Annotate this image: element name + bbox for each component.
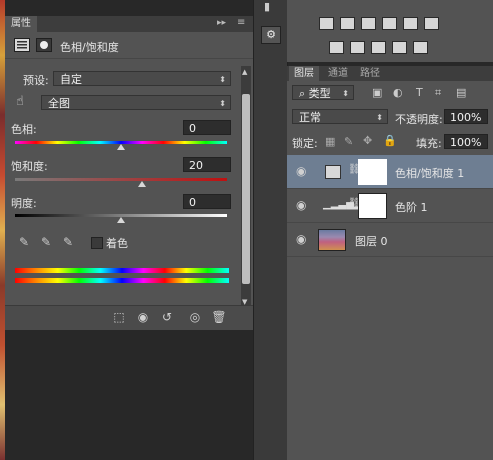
layer-row-layer-0[interactable]: ◉ 图层 0 [287,223,493,257]
search-icon: ⌕ [299,87,309,100]
updown-arrow-icon: ⬍ [376,113,383,122]
panel-dock-column: ▮ ⚙ [253,0,288,460]
blend-mode-value: 正常 [299,111,321,124]
tab-paths[interactable]: 路径 [355,66,385,81]
updown-arrow-icon: ⬍ [219,99,226,108]
clip-to-layer-icon[interactable]: ⬚ [111,310,127,324]
layers-panel: 图层 通道 路径 ⌕ 类型 ⬍ ▣ ◐ T ⌗ ▤ 正常 ⬍ 不透明度: 100… [287,66,493,460]
layer-row-hue-saturation[interactable]: ◉ ⛓ 色相/饱和度 1 [287,155,493,189]
preset-value: 自定 [60,73,82,86]
saturation-input[interactable]: 20 [183,157,231,172]
visibility-eye-icon[interactable]: ◎ [187,310,203,324]
saturation-label: 饱和度: [11,160,48,173]
hue-input[interactable]: 0 [183,120,231,135]
layer-name: 色阶 1 [395,201,428,214]
gradient-map-icon[interactable] [413,41,428,54]
adjustment-title: 色相/饱和度 [60,41,119,54]
eyedropper-minus-icon[interactable]: ✎ [63,235,73,249]
updown-arrow-icon: ⬍ [342,89,349,98]
filter-type-icon[interactable]: T [416,86,423,99]
opacity-input[interactable]: 100% [444,109,488,124]
filter-pixel-icon[interactable]: ▣ [372,86,382,99]
saturation-slider-thumb[interactable] [138,181,146,187]
visibility-eye-icon[interactable]: ◉ [296,165,310,177]
levels-icon[interactable] [340,17,355,30]
result-color-bar [15,278,229,283]
blend-mode-select[interactable]: 正常 ⬍ [292,109,388,124]
vibrance-icon[interactable] [403,17,418,30]
properties-footer: ⬚ ◉ ↺ ◎ 🗑 [5,305,253,330]
channel-select[interactable]: 全图 ⬍ [41,95,231,110]
lock-all-icon[interactable]: 🔒 [383,134,397,147]
layer-name: 图层 0 [355,235,388,248]
hue-slider-thumb[interactable] [117,144,125,150]
target-adjust-hand-icon[interactable]: ☝ [16,94,24,109]
eyedropper-plus-icon[interactable]: ✎ [41,235,51,249]
selective-color-icon[interactable] [392,41,407,54]
color-lookup-icon[interactable] [424,17,439,30]
filter-shape-icon[interactable]: ⌗ [435,86,441,100]
lightness-label: 明度: [11,197,37,210]
layer-mask-thumbnail[interactable] [358,193,387,219]
updown-arrow-icon: ⬍ [219,75,226,84]
scrollbar-thumb[interactable] [242,94,250,284]
properties-scrollbar[interactable]: ▲ ▼ [241,66,251,310]
colorize-label: 着色 [106,237,128,250]
posterize-icon[interactable] [350,41,365,54]
layer-image-thumbnail [318,229,346,251]
source-color-bar [15,268,229,273]
properties-header: 色相/饱和度 [5,32,253,59]
layer-mask-thumbnail[interactable] [358,159,387,185]
lock-transparent-icon[interactable]: ▦ [325,135,335,148]
lock-label: 锁定: [292,137,318,150]
trash-icon[interactable]: 🗑 [211,310,227,324]
view-previous-icon[interactable]: ◉ [135,310,151,324]
visibility-eye-icon[interactable]: ◉ [296,199,310,211]
hue-label: 色相: [11,123,37,136]
colorize-checkbox[interactable] [91,237,103,249]
panel-menu-icon[interactable]: ≡ [237,17,245,28]
fill-value: 100% [450,136,482,149]
layer-row-levels[interactable]: ◉ ▁▂▃▅▂ ⛓ 色阶 1 [287,189,493,223]
curves-icon[interactable] [361,17,376,30]
layer-filter-select[interactable]: ⌕ 类型 ⬍ [292,85,354,100]
layers-tab-bar: 图层 通道 路径 [287,66,493,81]
fill-label: 填充: [416,137,442,150]
saturation-slider-track[interactable] [15,178,227,181]
lock-position-icon[interactable]: ✥ [363,134,372,147]
properties-tab-bar: 属性 ▸▸ ≡ [5,16,253,32]
fill-input[interactable]: 100% [444,134,488,149]
preset-select[interactable]: 自定 ⬍ [53,71,231,86]
layer-name: 色相/饱和度 1 [395,167,465,180]
tab-layers[interactable]: 图层 [289,66,319,81]
filter-smart-object-icon[interactable]: ▤ [456,86,466,99]
adjustment-layer-icon[interactable] [14,38,30,52]
opacity-value: 100% [450,111,482,124]
adjustments-panel [287,0,493,62]
lightness-input[interactable]: 0 [183,194,231,209]
filter-adjustment-icon[interactable]: ◐ [393,86,403,99]
lightness-slider-thumb[interactable] [117,217,125,223]
properties-dock-icon[interactable]: ⚙ [261,26,281,44]
hue-saturation-adjustment-icon [325,165,341,179]
mask-icon[interactable] [36,38,52,52]
channel-value: 全图 [48,97,70,110]
lock-pixels-icon[interactable]: ✎ [344,135,353,148]
tab-channels[interactable]: 通道 [323,66,353,81]
invert-icon[interactable] [329,41,344,54]
exposure-icon[interactable] [382,17,397,30]
properties-panel: 属性 ▸▸ ≡ 色相/饱和度 预设: 自定 ⬍ ☝ 全图 ⬍ 色相: 0 饱和度… [5,16,254,330]
preset-label: 预设: [23,74,49,87]
reset-icon[interactable]: ↺ [159,310,175,324]
scroll-up-icon[interactable]: ▲ [242,68,247,76]
eyedropper-icon[interactable]: ✎ [19,235,29,249]
opacity-label: 不透明度: [395,113,443,126]
filter-kind-value: 类型 [308,87,331,100]
collapse-icon[interactable]: ▸▸ [217,18,226,28]
visibility-eye-icon[interactable]: ◉ [296,233,310,245]
brush-preset-icon[interactable]: ▮ [264,0,276,13]
brightness-contrast-icon[interactable] [319,17,334,30]
tab-properties[interactable]: 属性 [5,16,37,32]
threshold-icon[interactable] [371,41,386,54]
